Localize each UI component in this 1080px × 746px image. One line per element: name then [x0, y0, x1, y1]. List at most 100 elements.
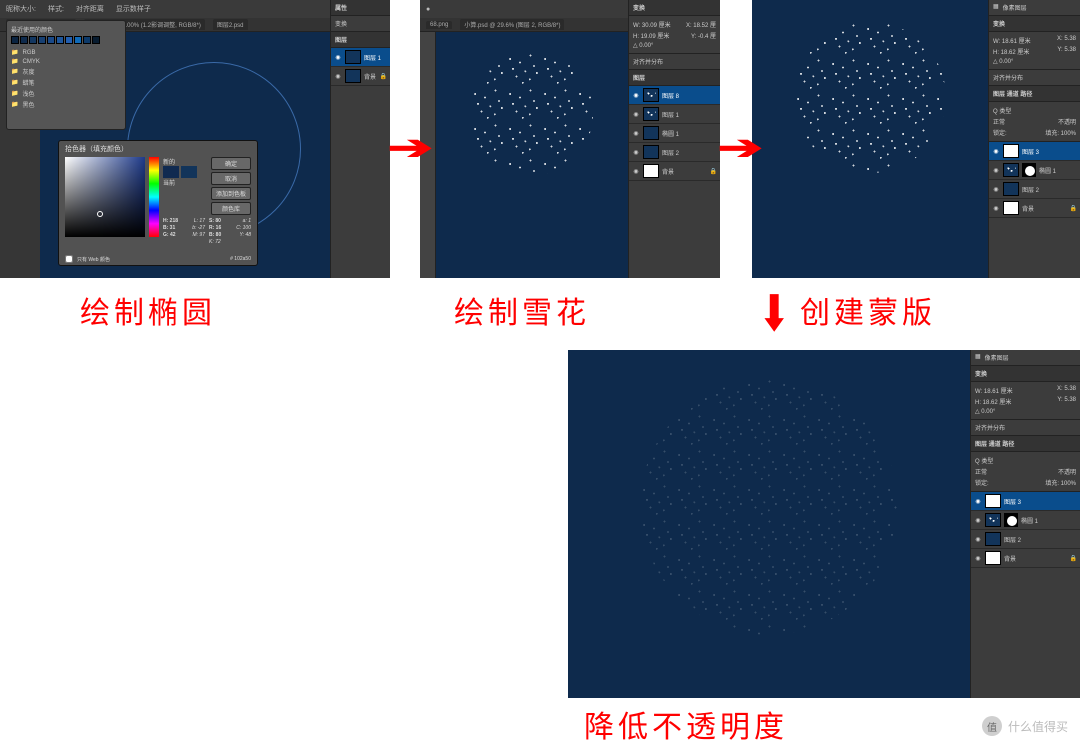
align-section[interactable]: 对齐并分布	[989, 70, 1080, 86]
layer-thumb	[345, 50, 361, 64]
watermark-text: 什么值得买	[1008, 718, 1068, 735]
layer-name: 背景	[364, 72, 376, 81]
layers-tabs[interactable]: 图层 通道 路径	[989, 86, 1080, 102]
caption-snow: 绘制雪花	[454, 288, 590, 332]
color-picker-dialog[interactable]: 拾色器（填充颜色） 新的 当前 确定 取消 添加到色板	[58, 140, 258, 266]
add-swatch-button[interactable]: 添加到色板	[211, 187, 251, 200]
swatches-panel[interactable]: 最近使用的颜色 RGBCMYK灰度蜡笔浅色黑色	[6, 20, 126, 130]
visibility-icon[interactable]: ◉	[632, 130, 640, 137]
layer-row[interactable]: ◉ 椭圆 1	[989, 161, 1080, 180]
canvas[interactable]	[568, 350, 970, 698]
layer-row[interactable]: ◉背景🔒	[971, 549, 1080, 568]
opt-label: 样式:	[48, 4, 64, 14]
visibility-icon[interactable]: ◉	[334, 73, 342, 80]
layer-thumb	[1003, 182, 1019, 196]
visibility-icon[interactable]: ◉	[992, 205, 1000, 212]
doc-tab[interactable]: 图层2.psd	[213, 19, 248, 30]
caption-mask: 创建蒙版	[800, 288, 936, 332]
ok-button[interactable]: 确定	[211, 157, 251, 170]
recent-swatches[interactable]	[11, 36, 121, 44]
panel-transform: 变换	[331, 16, 390, 32]
swatch-folder[interactable]: 黑色	[11, 99, 121, 110]
sv-cursor[interactable]	[97, 211, 103, 217]
hue-slider[interactable]	[149, 157, 159, 237]
panel-prop-title: 属性	[331, 0, 390, 16]
visibility-icon[interactable]: ◉	[632, 92, 640, 99]
swatch-folder[interactable]: 蜡笔	[11, 77, 121, 88]
layer-thumb	[985, 494, 1001, 508]
align-section[interactable]: 对齐并分布	[629, 54, 720, 70]
doc-tab[interactable]: 小算.psd @ 29.6% (图层 2, RGB/8*)	[460, 19, 564, 30]
visibility-icon[interactable]: ◉	[632, 111, 640, 118]
picker-title: 拾色器（填充颜色）	[59, 141, 257, 157]
web-only-label: 只有 Web 颜色	[77, 256, 110, 263]
swatch-folder[interactable]: CMYK	[11, 57, 121, 66]
canvas[interactable]	[752, 0, 988, 278]
visibility-icon[interactable]: ◉	[974, 517, 982, 524]
layer-name: 背景	[662, 167, 674, 176]
layer-thumb	[1003, 201, 1019, 215]
snow-layer	[794, 22, 945, 173]
layer-row[interactable]: ◉图层 2	[971, 530, 1080, 549]
hex-field[interactable]: # 102a50	[230, 256, 251, 262]
swatch-folder[interactable]: 浅色	[11, 88, 121, 99]
arrow-right-icon: ➔	[717, 128, 763, 168]
opt-btn[interactable]: 显示数样子	[116, 4, 151, 14]
visibility-icon[interactable]: ◉	[974, 498, 982, 505]
cancel-button[interactable]: 取消	[211, 172, 251, 185]
swatch-folder[interactable]: RGB	[11, 48, 121, 57]
layer-row[interactable]: ◉椭圆 1	[971, 511, 1080, 530]
watermark-logo-icon: 值	[982, 716, 1002, 736]
opt-label: ●	[426, 6, 430, 13]
tutorial-collage: 昵称大小: 样式: 对齐距离 显示数样子 .1.5% (图层 1, RGB/8*…	[0, 0, 1080, 740]
layer-row[interactable]: ◉ 椭圆 1	[629, 124, 720, 143]
swatch-folder[interactable]: 灰度	[11, 66, 121, 77]
visibility-icon[interactable]: ◉	[992, 186, 1000, 193]
artwork-dim	[568, 350, 970, 698]
layer-name: 椭圆 1	[662, 129, 679, 138]
layer-row[interactable]: ◉ 图层 3	[971, 492, 1080, 511]
visibility-icon[interactable]: ◉	[334, 54, 342, 61]
layer-name: 图层 1	[364, 53, 381, 62]
layer-thumb	[643, 145, 659, 159]
lock-icon: 🔒	[1070, 205, 1077, 212]
layer-name: 图层 2	[1022, 185, 1039, 194]
layer-row[interactable]: ◉ 图层 2	[989, 180, 1080, 199]
right-panels-p2: 变换 W: 30.09 厘米X: 18.52 厘 H: 19.09 厘米Y: -…	[628, 0, 720, 278]
layer-name: 图层 1	[662, 110, 679, 119]
visibility-icon[interactable]: ◉	[974, 536, 982, 543]
web-only-checkbox[interactable]	[65, 255, 73, 263]
lock-icon: 🔒	[710, 168, 717, 175]
visibility-icon[interactable]: ◉	[974, 555, 982, 562]
arrow-right-icon: ➔	[387, 128, 433, 168]
visibility-icon[interactable]: ◉	[632, 149, 640, 156]
layer-thumb	[1003, 163, 1019, 177]
lock-icon: 🔒	[380, 73, 387, 80]
sv-field[interactable]	[65, 157, 145, 237]
layer-row[interactable]: ◉ 背景 🔒	[331, 67, 390, 86]
layers-title: 图层	[629, 70, 720, 86]
visibility-icon[interactable]: ◉	[632, 168, 640, 175]
visibility-icon[interactable]: ◉	[992, 167, 1000, 174]
layer-name: 图层 3	[1004, 497, 1021, 506]
layer-thumb	[643, 88, 659, 102]
layer-row[interactable]: ◉图层 3	[989, 142, 1080, 161]
step-2-panel: ● 42% 68.png 小算.psd @ 29.6% (图层 2, RGB/8…	[420, 0, 720, 278]
layer-thumb	[643, 107, 659, 121]
doc-tab[interactable]: 68.png	[426, 21, 452, 29]
opt-btn[interactable]: 对齐距离	[76, 4, 104, 14]
layer-row[interactable]: ◉图层 2	[629, 143, 720, 162]
canvas[interactable]	[436, 32, 628, 278]
layer-name: 背景	[1004, 554, 1016, 563]
artwork-snow	[436, 32, 628, 278]
opt-label: 昵称大小:	[6, 4, 36, 14]
layer-name: 椭圆 1	[1039, 166, 1056, 175]
visibility-icon[interactable]: ◉	[992, 148, 1000, 155]
picker-fields[interactable]: H: 218L: 17 S: 80a: 1 B: 31b: -27 R: 16C…	[163, 218, 251, 245]
layer-row[interactable]: ◉ 图层 1	[629, 105, 720, 124]
layer-row[interactable]: ◉ 图层 1	[331, 48, 390, 67]
layer-row[interactable]: ◉背景🔒	[989, 199, 1080, 218]
layer-row[interactable]: ◉图层 8	[629, 86, 720, 105]
color-lib-button[interactable]: 颜色库	[211, 202, 251, 215]
layer-row[interactable]: ◉ 背景 🔒	[629, 162, 720, 181]
